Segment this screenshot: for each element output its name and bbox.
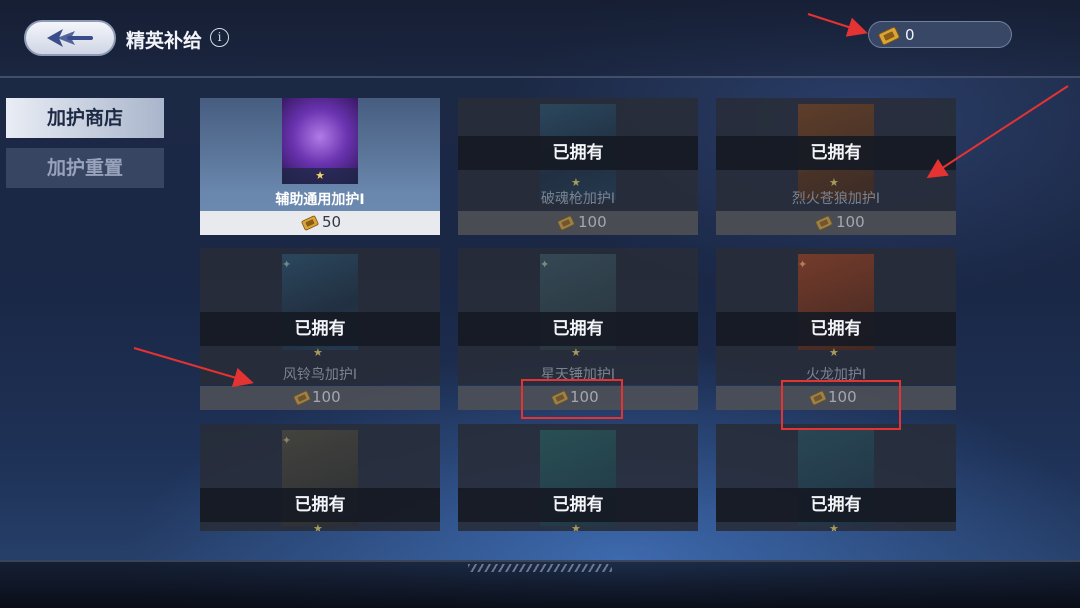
- decorative-stripes: [468, 564, 612, 572]
- ticket-icon: [301, 215, 319, 230]
- page-title: 精英补给: [126, 30, 203, 52]
- item-price: 100: [556, 213, 607, 231]
- owned-label: 已拥有: [716, 136, 956, 170]
- item-name: 辅助通用加护Ⅰ: [275, 192, 365, 208]
- star-icon: ★: [571, 522, 581, 531]
- owned-label: 已拥有: [458, 136, 698, 170]
- top-bar: 精英补给 i 0: [0, 0, 1080, 78]
- shop-item-card[interactable]: ✦ 已拥有 ★: [200, 424, 440, 531]
- star-icon: ★: [282, 168, 358, 184]
- star-icon: ★: [313, 522, 323, 531]
- highlight-box: [781, 380, 901, 430]
- price-value: 100: [836, 213, 865, 231]
- ticket-icon: [878, 26, 900, 46]
- star-icon: ★: [313, 346, 323, 359]
- shop-item-card[interactable]: 已拥有 ★: [458, 424, 698, 531]
- currency-display: 0: [868, 21, 1012, 48]
- shop-item-card[interactable]: 已拥有 ★ 破魂枪加护Ⅰ 100: [458, 98, 698, 235]
- shop-grid: ★ 辅助通用加护Ⅰ 50 已拥有 ★ 破魂枪加护Ⅰ 100 已拥有 ★ 烈火苍狼…: [196, 98, 966, 531]
- item-name: 风铃鸟加护Ⅰ: [282, 367, 358, 383]
- item-price: 100: [292, 388, 341, 406]
- owned-label: 已拥有: [458, 312, 698, 346]
- item-name: 烈火苍狼加护Ⅰ: [791, 191, 881, 207]
- tab-guard-reset[interactable]: 加护重置: [6, 148, 164, 188]
- ticket-icon: [293, 390, 311, 405]
- currency-value: 0: [905, 26, 915, 44]
- item-price: 50: [300, 213, 341, 231]
- price-value: 100: [312, 388, 341, 406]
- star-icon: ★: [571, 346, 581, 359]
- price-bar: 100: [200, 386, 440, 410]
- shop-item-card[interactable]: ★ 辅助通用加护Ⅰ 50: [200, 98, 440, 235]
- shop-item-card[interactable]: 已拥有 ★: [716, 424, 956, 531]
- ticket-icon: [815, 215, 833, 230]
- owned-label: 已拥有: [716, 312, 956, 346]
- item-name: 破魂枪加护Ⅰ: [540, 191, 616, 207]
- owned-label: 已拥有: [200, 488, 440, 522]
- bottom-bar: [0, 560, 1080, 608]
- ticket-icon: [557, 215, 575, 230]
- shop-item-card[interactable]: ✦ 已拥有 ★ 风铃鸟加护Ⅰ: [200, 248, 440, 385]
- item-price: 100: [814, 213, 865, 231]
- shop-item-card[interactable]: 已拥有 ★ 烈火苍狼加护Ⅰ 100: [716, 98, 956, 235]
- back-arrow-icon: [47, 29, 93, 47]
- back-button[interactable]: [24, 20, 116, 56]
- owned-label: 已拥有: [200, 312, 440, 346]
- price-value: 50: [322, 213, 342, 231]
- tab-guard-shop[interactable]: 加护商店: [6, 98, 164, 138]
- star-icon: ★: [829, 346, 839, 359]
- owned-label: 已拥有: [458, 488, 698, 522]
- star-icon: ★: [829, 522, 839, 531]
- highlight-box: [521, 379, 623, 419]
- shop-item-card[interactable]: ✦ 已拥有 ★ 星天锤加护Ⅰ: [458, 248, 698, 385]
- price-value: 100: [578, 213, 607, 231]
- shop-item-card[interactable]: ✦ 已拥有 ★ 火龙加护Ⅰ: [716, 248, 956, 385]
- info-icon[interactable]: i: [210, 28, 229, 47]
- owned-label: 已拥有: [716, 488, 956, 522]
